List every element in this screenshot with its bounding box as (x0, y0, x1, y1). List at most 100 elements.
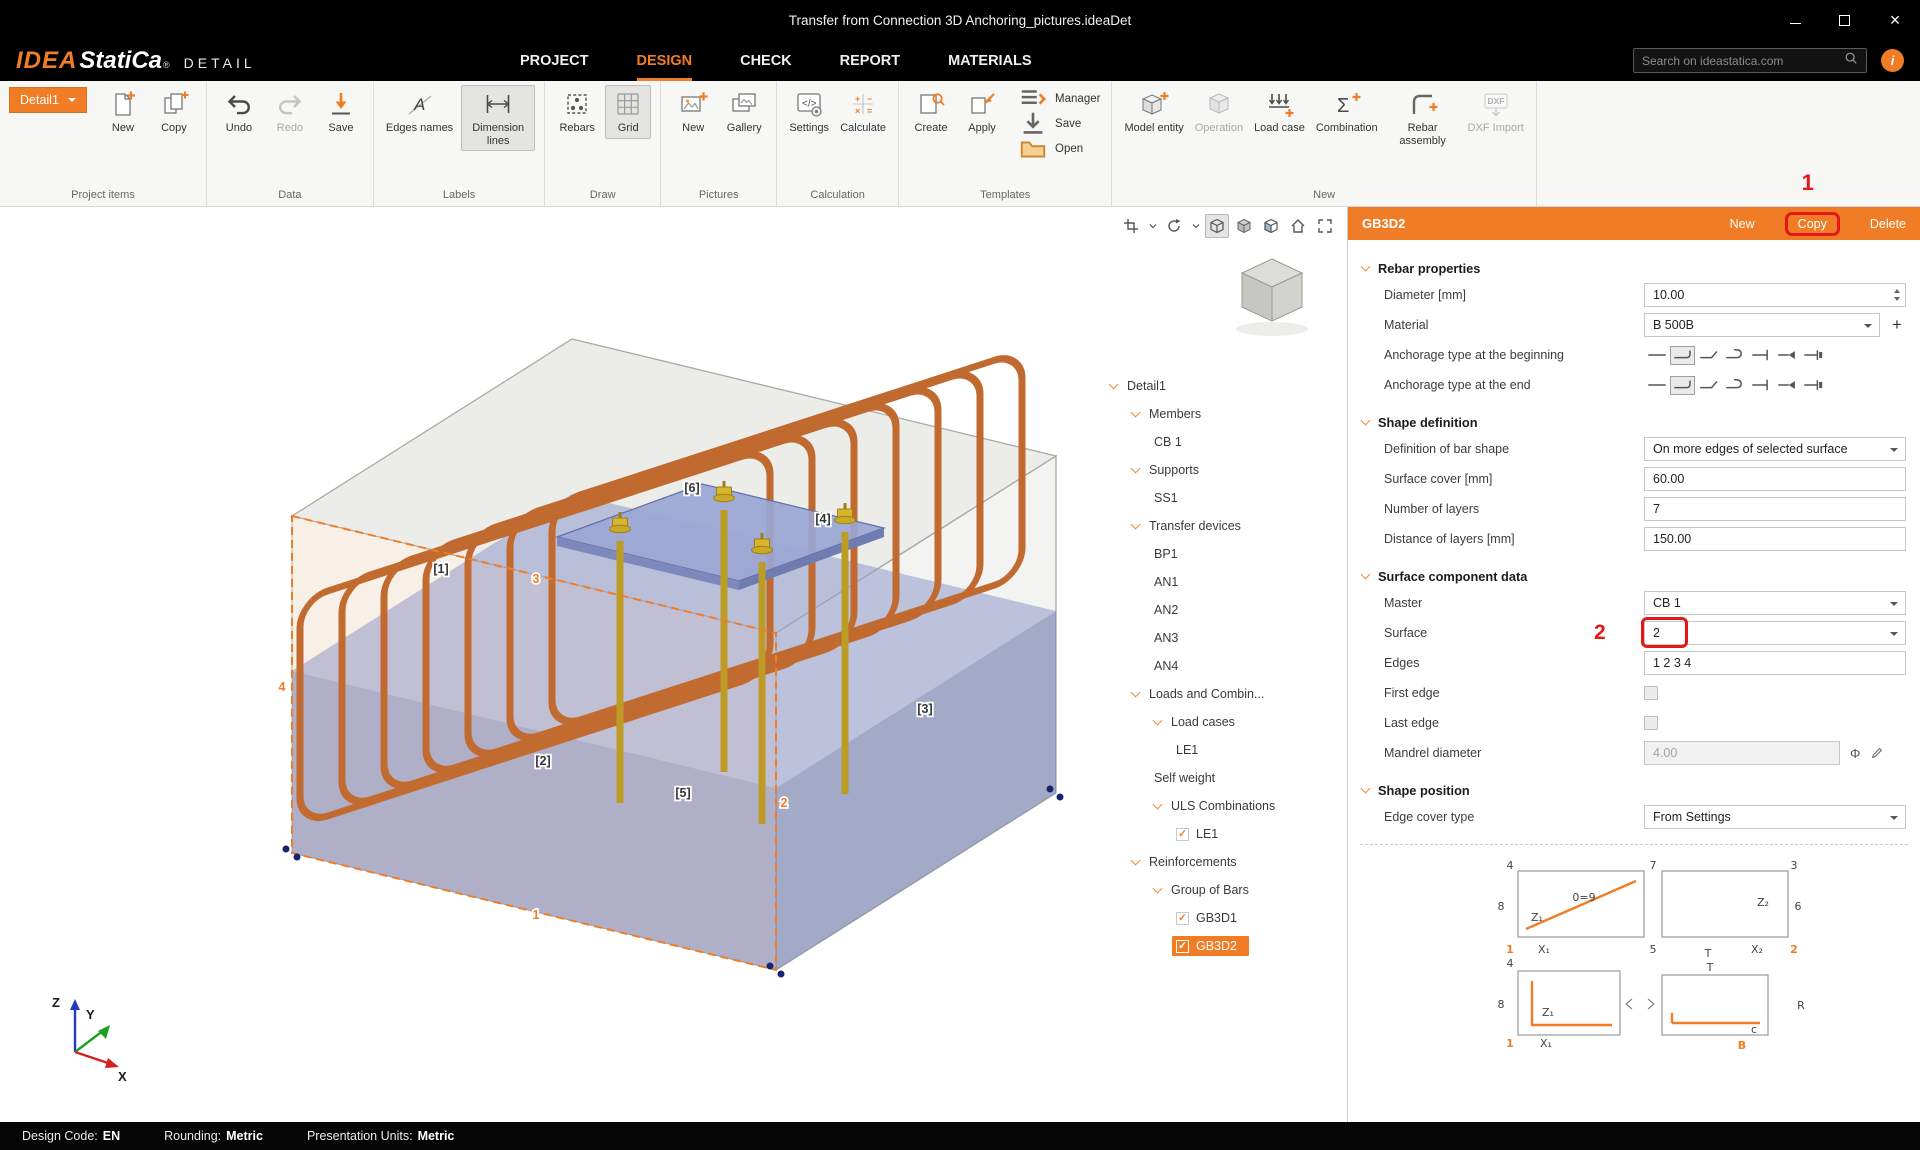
edit-icon[interactable] (1870, 746, 1884, 760)
tree-item-gb3d1[interactable]: ✓GB3D1 (1100, 904, 1346, 932)
tree-item-gb3d2[interactable]: ✓GB3D2 (1100, 932, 1346, 960)
diameter-mm-input[interactable]: 10.00 (1644, 283, 1906, 307)
tree-item-members[interactable]: Members (1100, 400, 1346, 428)
tree-item-detail1[interactable]: Detail1 (1100, 372, 1346, 400)
ribbon-button-settings[interactable]: </>Settings (786, 85, 832, 139)
anchorage-type-icon-7[interactable] (1800, 376, 1825, 395)
ribbon-button-new[interactable]: New (100, 85, 146, 139)
ribbon-button-create[interactable]: Create (908, 85, 954, 139)
tree-item-transfer-devices[interactable]: Transfer devices (1100, 512, 1346, 540)
chevron-down-icon[interactable] (1153, 884, 1163, 894)
crop-icon[interactable] (1119, 214, 1143, 238)
chevron-down-icon[interactable] (1131, 688, 1141, 698)
ribbon-button-copy[interactable]: Copy (151, 85, 197, 139)
chevron-down-icon[interactable] (1153, 800, 1163, 810)
tree-item-uls-combinations[interactable]: ULS Combinations (1100, 792, 1346, 820)
ribbon-button-model-entity[interactable]: Model entity (1121, 85, 1186, 139)
chevron-down-icon[interactable] (1131, 408, 1141, 418)
first-edge-checkbox[interactable] (1644, 686, 1658, 700)
anchorage-type-icon-5[interactable] (1748, 346, 1773, 365)
ribbon-button-open[interactable]: Open (1018, 140, 1100, 158)
anchorage-type-icon-7[interactable] (1800, 346, 1825, 365)
minimize-icon[interactable] (1790, 16, 1801, 24)
ribbon-button-dimension-lines[interactable]: Dimension lines (461, 85, 535, 151)
anchorage-type-icon-4[interactable] (1722, 376, 1747, 395)
anchorage-type-icon-2[interactable] (1670, 346, 1695, 365)
tree-item-load-cases[interactable]: Load cases (1100, 708, 1346, 736)
ribbon-button-edges-names[interactable]: AEdges names (383, 85, 456, 139)
master-select[interactable]: CB 1 (1644, 591, 1906, 615)
search-input[interactable] (1642, 54, 1844, 68)
material-select[interactable]: B 500B (1644, 313, 1880, 337)
search-icon[interactable] (1844, 51, 1858, 70)
ribbon-button-save[interactable]: Save (318, 85, 364, 139)
tree-item-supports[interactable]: Supports (1100, 456, 1346, 484)
ribbon-button-rebar-assembly[interactable]: Rebar assembly (1386, 85, 1460, 151)
anchorage-type-icon-6[interactable] (1774, 346, 1799, 365)
cube-solid-icon[interactable] (1232, 214, 1256, 238)
search-box[interactable] (1633, 48, 1867, 73)
chevron-down-icon[interactable] (1153, 716, 1163, 726)
copy-button[interactable]: 1Copy (1785, 212, 1840, 236)
anchorage-type-icon-1[interactable] (1644, 346, 1669, 365)
tree-item-ss1[interactable]: SS1 (1100, 484, 1346, 512)
definition-of-bar-shape-select[interactable]: On more edges of selected surface (1644, 437, 1906, 461)
section-header-rebar-properties[interactable]: Rebar properties (1362, 256, 1906, 280)
anchorage-type-icon-5[interactable] (1748, 376, 1773, 395)
new-button[interactable]: New (1730, 217, 1755, 231)
edge-cover-type-select[interactable]: From Settings (1644, 805, 1906, 829)
chevron-down-icon[interactable] (1131, 464, 1141, 474)
ribbon-button-new[interactable]: New (670, 85, 716, 139)
chevron-down-icon[interactable] (1146, 214, 1159, 238)
ribbon-button-save[interactable]: Save (1018, 115, 1100, 133)
tree-item-an3[interactable]: AN3 (1100, 624, 1346, 652)
tree-item-le1[interactable]: LE1 (1100, 736, 1346, 764)
navigation-cube[interactable] (1236, 259, 1308, 336)
section-header-surface-component-data[interactable]: Surface component data (1362, 564, 1906, 588)
home-icon[interactable] (1286, 214, 1310, 238)
ribbon-button-grid[interactable]: Grid (605, 85, 651, 139)
surface-select[interactable]: 2 (1644, 621, 1906, 645)
add-material-button[interactable]: + (1888, 316, 1906, 334)
tree-item-self-weight[interactable]: Self weight (1100, 764, 1346, 792)
spinner[interactable] (1894, 289, 1900, 301)
chevron-down-icon[interactable] (1109, 380, 1119, 390)
anchorage-type-icon-4[interactable] (1722, 346, 1747, 365)
chevron-down-icon[interactable] (1131, 856, 1141, 866)
tree-item-bp1[interactable]: BP1 (1100, 540, 1346, 568)
project-selector[interactable]: Detail1 (9, 87, 87, 113)
number-of-layers-input[interactable]: 7 (1644, 497, 1906, 521)
rotate-icon[interactable] (1162, 214, 1186, 238)
tree-item-group-of-bars[interactable]: Group of Bars (1100, 876, 1346, 904)
ribbon-button-undo[interactable]: Undo (216, 85, 262, 139)
tree-item-an1[interactable]: AN1 (1100, 568, 1346, 596)
tree-item-an4[interactable]: AN4 (1100, 652, 1346, 680)
tree-item-an2[interactable]: AN2 (1100, 596, 1346, 624)
anchorage-type-icon-6[interactable] (1774, 376, 1799, 395)
chevron-down-icon[interactable] (1131, 520, 1141, 530)
menu-tab-design[interactable]: DESIGN (637, 40, 693, 81)
section-header-shape-definition[interactable]: Shape definition (1362, 410, 1906, 434)
ribbon-button-combination[interactable]: ΣCombination (1313, 85, 1381, 139)
anchorage-type-icon-3[interactable] (1696, 346, 1721, 365)
tree-item-loads-and-combin[interactable]: Loads and Combin... (1100, 680, 1346, 708)
distance-of-layers-mm-input[interactable]: 150.00 (1644, 527, 1906, 551)
ribbon-button-apply[interactable]: Apply (959, 85, 1005, 139)
menu-tab-check[interactable]: CHECK (740, 40, 792, 81)
ribbon-button-rebars[interactable]: Rebars (554, 85, 600, 139)
menu-tab-report[interactable]: REPORT (840, 40, 900, 81)
menu-tab-materials[interactable]: MATERIALS (948, 40, 1032, 81)
section-header-shape-position[interactable]: Shape position (1362, 778, 1906, 802)
menu-tab-project[interactable]: PROJECT (520, 40, 589, 81)
cube-wireframe-icon[interactable] (1205, 214, 1229, 238)
fit-icon[interactable] (1313, 214, 1337, 238)
tree-checkbox[interactable]: ✓ (1176, 912, 1189, 925)
viewport[interactable]: Z Y X [6][4][1][3][2][5]3421 Detail1Memb… (0, 207, 1347, 1122)
cube-section-icon[interactable] (1259, 214, 1283, 238)
ribbon-button-load-case[interactable]: Load case (1251, 85, 1308, 139)
last-edge-checkbox[interactable] (1644, 716, 1658, 730)
anchorage-type-icon-2[interactable] (1670, 376, 1695, 395)
maximize-icon[interactable] (1839, 15, 1850, 26)
anchorage-type-icon-3[interactable] (1696, 376, 1721, 395)
chevron-down-icon[interactable] (1189, 214, 1202, 238)
